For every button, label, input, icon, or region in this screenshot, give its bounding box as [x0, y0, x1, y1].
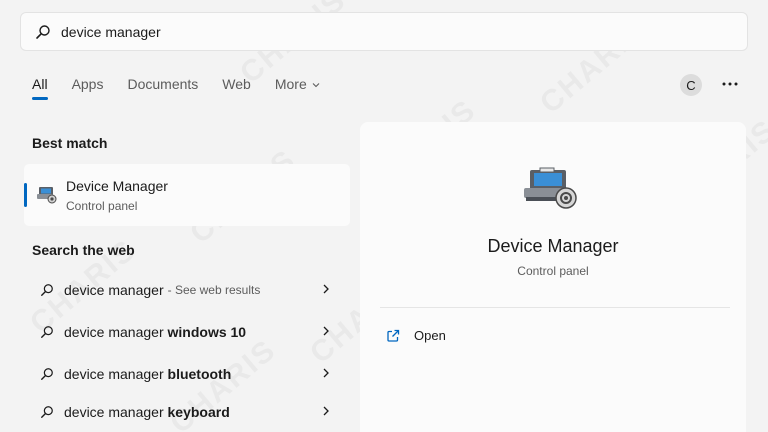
- web-result-text: device manager bluetooth: [64, 366, 232, 382]
- detail-subtitle: Control panel: [517, 264, 589, 278]
- more-options-button[interactable]: [720, 74, 740, 94]
- web-result-text: device manager: [64, 282, 164, 298]
- tab-all[interactable]: All: [32, 76, 48, 100]
- ellipsis-icon: [722, 82, 738, 86]
- web-result-item[interactable]: device manager - See web results: [24, 270, 350, 310]
- tab-documents[interactable]: Documents: [127, 76, 198, 100]
- detail-panel: Device Manager Control panel Open: [360, 122, 746, 432]
- tab-more[interactable]: More: [275, 76, 321, 100]
- search-icon: [40, 283, 54, 297]
- detail-title: Device Manager: [487, 236, 619, 256]
- search-icon: [40, 367, 54, 381]
- web-result-text: device manager keyboard: [64, 404, 230, 420]
- search-input[interactable]: [61, 19, 661, 44]
- chevron-right-icon: [323, 284, 329, 294]
- chevron-right-icon: [323, 368, 329, 378]
- open-action-label: Open: [414, 328, 446, 343]
- web-result-item[interactable]: device manager bluetooth: [24, 354, 350, 394]
- selection-indicator: [24, 183, 27, 207]
- result-subtitle: Control panel: [66, 199, 138, 213]
- account-avatar[interactable]: C: [680, 74, 702, 96]
- search-icon: [40, 325, 54, 339]
- web-result-text: device manager windows 10: [64, 324, 247, 340]
- tab-web[interactable]: Web: [222, 76, 251, 100]
- web-result-item[interactable]: device manager windows 10: [24, 312, 350, 352]
- device-manager-icon: [37, 187, 57, 204]
- web-result-hint: - See web results: [167, 283, 261, 297]
- search-icon: [36, 24, 50, 39]
- device-manager-icon: [524, 167, 577, 209]
- open-action[interactable]: Open: [386, 328, 446, 343]
- result-title: Device Manager: [66, 178, 168, 194]
- best-match-result[interactable]: Device Manager Control panel: [24, 164, 350, 226]
- chevron-right-icon: [323, 326, 329, 336]
- open-external-icon: [387, 329, 400, 342]
- search-icon: [40, 405, 54, 419]
- search-box[interactable]: [20, 12, 748, 51]
- web-result-item[interactable]: device manager keyboard: [24, 392, 350, 432]
- chevron-down-icon: [312, 83, 320, 88]
- best-match-heading: Best match: [32, 135, 108, 151]
- search-the-web-heading: Search the web: [32, 242, 135, 258]
- tab-apps[interactable]: Apps: [72, 76, 104, 100]
- chevron-right-icon: [323, 406, 329, 416]
- divider: [380, 307, 730, 308]
- filter-tabs: All Apps Documents Web More: [32, 76, 345, 100]
